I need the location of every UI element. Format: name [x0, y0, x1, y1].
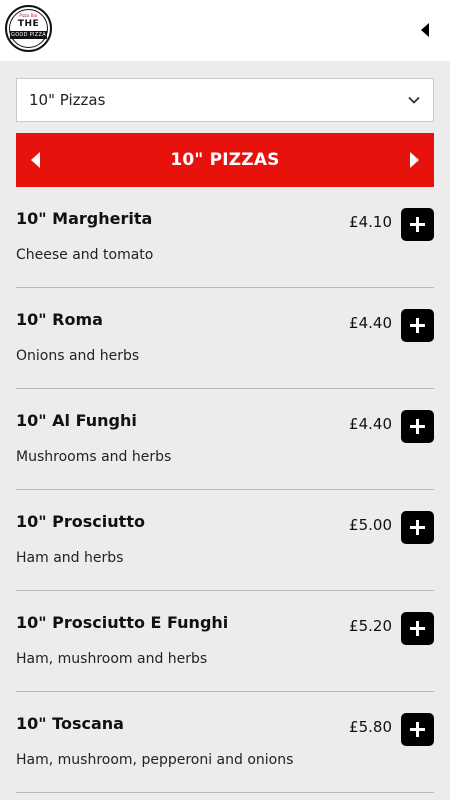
- menu-item-description: Ham, mushroom, pepperoni and onions: [16, 752, 294, 768]
- caret-left-icon: [31, 152, 40, 168]
- back-button[interactable]: [413, 18, 437, 42]
- menu-item: 10" Prosciutto Ham and herbs £5.00: [16, 490, 434, 591]
- add-to-basket-button[interactable]: [401, 511, 434, 544]
- menu-item: 10" Prosciutto E Funghi Ham, mushroom an…: [16, 591, 434, 692]
- menu-item-name: 10" Toscana: [16, 714, 124, 733]
- chevron-down-icon: [408, 96, 420, 104]
- add-to-basket-button[interactable]: [401, 612, 434, 645]
- add-to-basket-button[interactable]: [401, 410, 434, 443]
- menu-item: 10" Toscana Ham, mushroom, pepperoni and…: [16, 692, 434, 793]
- menu-item-name: 10" Margherita: [16, 209, 153, 228]
- menu-item-description: Ham and herbs: [16, 550, 124, 566]
- menu-item: 10" Roma Onions and herbs £4.40: [16, 288, 434, 389]
- menu-item-name: 10" Roma: [16, 310, 103, 329]
- plus-icon: [410, 217, 425, 232]
- menu-item-price: £5.20: [349, 617, 392, 635]
- menu-item-description: Onions and herbs: [16, 348, 140, 364]
- plus-icon: [410, 318, 425, 333]
- next-category-button[interactable]: [404, 150, 424, 170]
- category-select-value: 10" Pizzas: [29, 91, 106, 109]
- category-title: 10" PIZZAS: [170, 150, 280, 170]
- menu-item: 10" Al Funghi Mushrooms and herbs £4.40: [16, 389, 434, 490]
- menu-item-description: Ham, mushroom and herbs: [16, 651, 208, 667]
- add-to-basket-button[interactable]: [401, 713, 434, 746]
- plus-icon: [410, 621, 425, 636]
- add-to-basket-button[interactable]: [401, 309, 434, 342]
- menu-item-price: £5.00: [349, 516, 392, 534]
- category-select[interactable]: 10" Pizzas: [16, 78, 434, 122]
- caret-right-icon: [410, 152, 419, 168]
- add-to-basket-button[interactable]: [401, 208, 434, 241]
- plus-icon: [410, 722, 425, 737]
- app-header: Pizza Bar THE GOOD PIZZA: [0, 0, 450, 61]
- menu-item-name: 10" Prosciutto: [16, 512, 145, 531]
- plus-icon: [410, 520, 425, 535]
- plus-icon: [410, 419, 425, 434]
- category-navigation-bar: 10" PIZZAS: [16, 133, 434, 187]
- menu-item-price: £4.40: [349, 415, 392, 433]
- menu-item-price: £4.40: [349, 314, 392, 332]
- menu-item: 10" Margherita Cheese and tomato £4.10: [16, 187, 434, 288]
- restaurant-logo[interactable]: Pizza Bar THE GOOD PIZZA: [5, 5, 52, 52]
- menu-item-description: Mushrooms and herbs: [16, 449, 172, 465]
- logo-top-text: Pizza Bar: [19, 13, 38, 18]
- menu-item-description: Cheese and tomato: [16, 247, 154, 263]
- menu-item-price: £4.10: [349, 213, 392, 231]
- logo-main-text: THE: [17, 19, 40, 29]
- previous-category-button[interactable]: [26, 150, 46, 170]
- caret-left-icon: [421, 23, 429, 37]
- menu-item-price: £5.80: [349, 718, 392, 736]
- menu-item-name: 10" Prosciutto E Funghi: [16, 613, 229, 632]
- menu-item-name: 10" Al Funghi: [16, 411, 137, 430]
- logo-banner-text: GOOD PIZZA: [10, 31, 47, 39]
